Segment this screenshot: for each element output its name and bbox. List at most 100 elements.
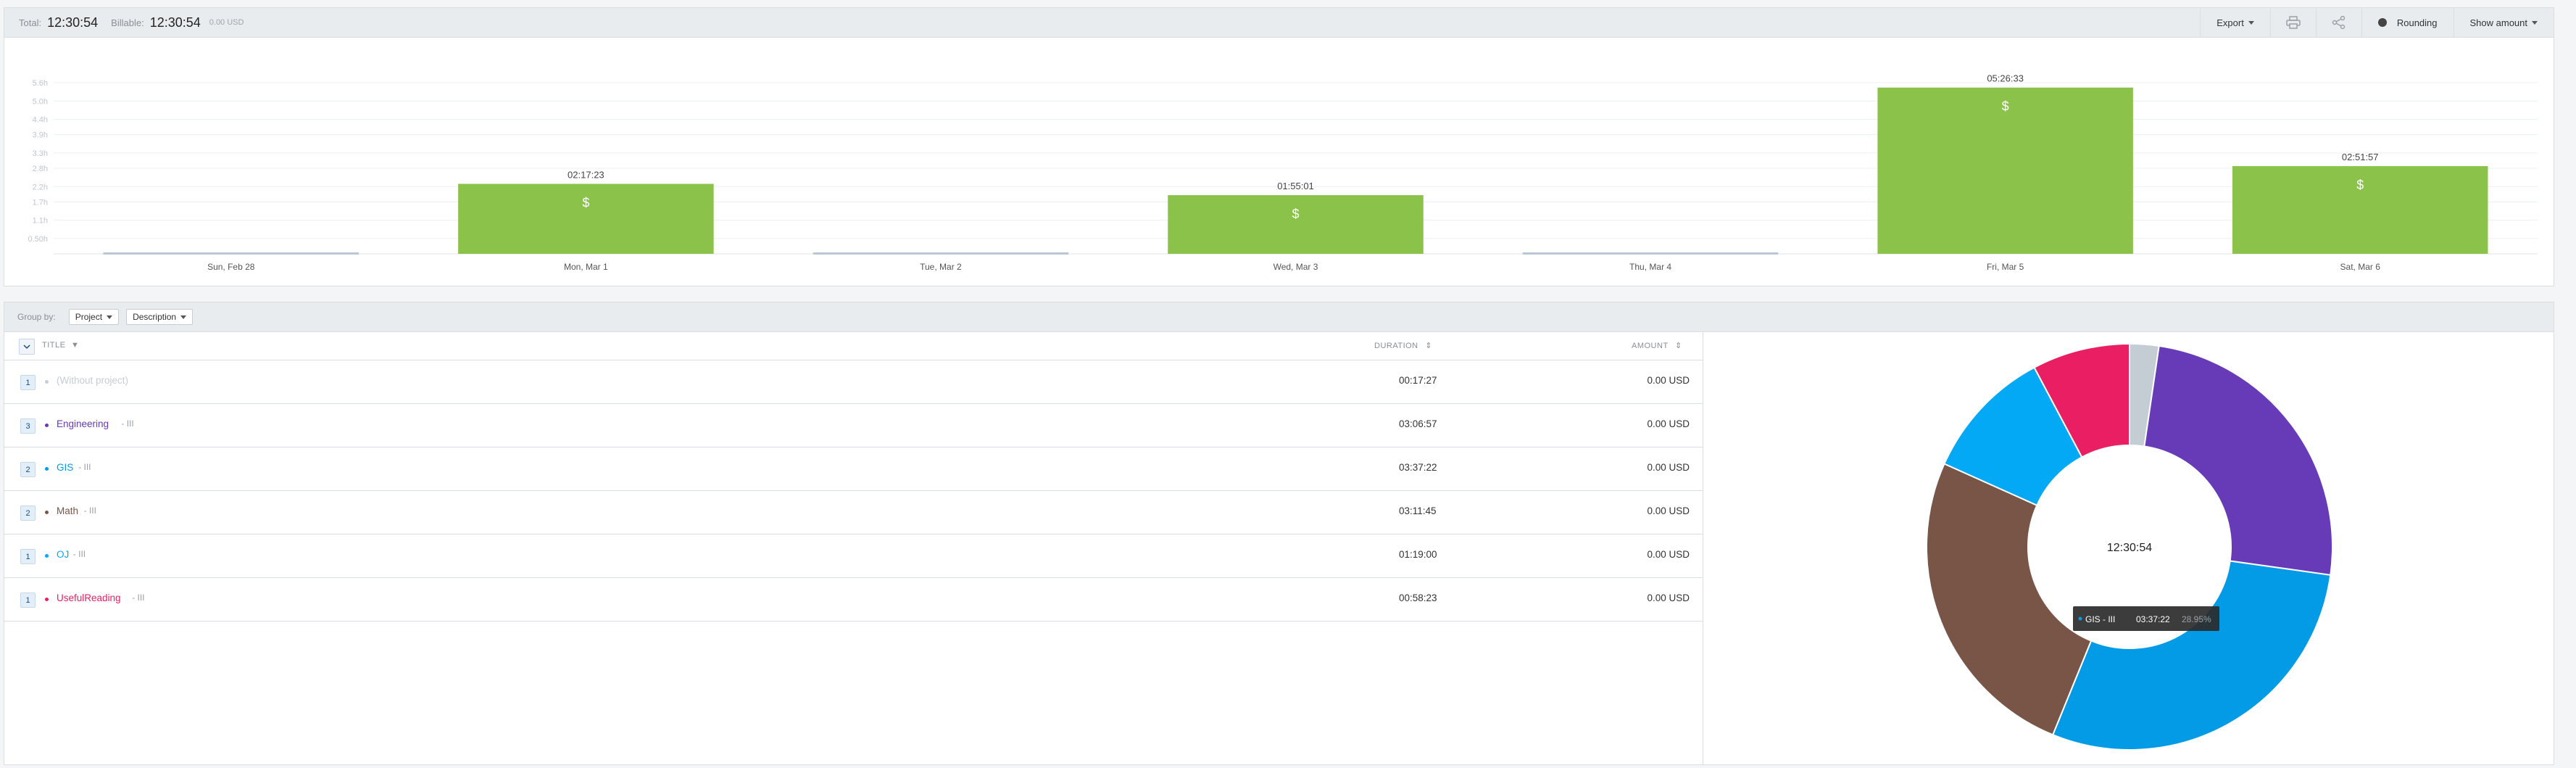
chevron-down-icon	[2532, 20, 2538, 25]
entry-count-badge[interactable]: 2	[20, 505, 36, 521]
donut-slice[interactable]	[1926, 463, 2093, 736]
row-amount: 0.00 USD	[1647, 592, 1690, 603]
table-header: TITLE ▼ DURATION ⇕ AMOUNT ⇕	[4, 332, 1703, 360]
donut-slice[interactable]	[2051, 560, 2332, 751]
chevron-down-icon	[2248, 20, 2254, 25]
group-secondary-value: Description	[133, 312, 177, 322]
table-row[interactable]: 2 GIS - III 03:37:22 0.00 USD	[4, 447, 1703, 491]
toolbar-actions: Export Rounding Show amount	[2200, 8, 2554, 37]
report-table: TITLE ▼ DURATION ⇕ AMOUNT ⇕ 1 (Without pr…	[4, 332, 1703, 764]
project-color-dot	[45, 554, 49, 558]
table-row[interactable]: 2 Math - III 03:11:45 0.00 USD	[4, 491, 1703, 534]
entry-count-badge[interactable]: 1	[20, 375, 36, 390]
entry-count-badge[interactable]: 1	[20, 592, 36, 608]
y-tick-label: 3.9h	[33, 131, 48, 140]
bar	[1168, 195, 1424, 254]
show-amount-dropdown[interactable]: Show amount	[2453, 8, 2554, 37]
table-row[interactable]: 1 (Without project) 00:17:27 0.00 USD	[4, 360, 1703, 404]
expand-all-button[interactable]	[19, 339, 35, 355]
row-duration: 00:17:27	[1399, 375, 1437, 386]
row-amount: 0.00 USD	[1647, 549, 1690, 560]
entry-count-badge[interactable]: 2	[20, 462, 36, 477]
x-tick-label: Thu, Mar 4	[1629, 262, 1671, 272]
bar-data-label: 05:26:33	[1987, 73, 2024, 84]
billable-value: 12:30:54	[149, 15, 201, 30]
row-amount: 0.00 USD	[1647, 462, 1690, 473]
y-tick-label: 5.0h	[33, 97, 48, 106]
toggle-icon	[2377, 18, 2387, 27]
share-button[interactable]	[2315, 8, 2361, 37]
bar-chart: 0.50h 1.1h 1.7h 2.2h 2.8h 3.3h 3.9h 4.4h 5.0h 5.6…	[28, 73, 2538, 272]
project-name[interactable]: (Without project)	[57, 375, 128, 386]
bar-data-label: 02:51:57	[2342, 152, 2379, 162]
y-tick-label: 5.6h	[33, 79, 48, 88]
export-button[interactable]: Export	[2200, 8, 2270, 37]
tooltip-duration: 03:37:22	[2136, 614, 2170, 624]
rounding-label: Rounding	[2396, 17, 2438, 28]
tooltip-name: GIS - III	[2085, 614, 2115, 624]
column-duration-header[interactable]: DURATION ⇕	[1374, 341, 1432, 350]
chevron-down-icon	[23, 344, 30, 350]
chart-tooltip: GIS - III 03:37:22 28.95%	[2073, 606, 2219, 631]
bar-data-label: 01:55:01	[1277, 181, 1314, 191]
tooltip-percent: 28.95%	[2182, 614, 2211, 624]
share-icon	[2332, 16, 2346, 29]
group-by-description-select[interactable]: Description	[126, 309, 194, 325]
project-color-dot	[45, 598, 49, 601]
donut-slice[interactable]	[2143, 344, 2333, 577]
project-color-dot	[45, 467, 49, 471]
empty-bar	[1522, 252, 1779, 255]
project-color-dot	[45, 424, 49, 427]
project-color-dot	[45, 380, 49, 384]
row-duration: 00:58:23	[1399, 592, 1437, 603]
chevron-down-icon	[180, 315, 187, 319]
donut-chart: 12:30:54 GIS - III 03:37:22 28.95%	[1926, 342, 2333, 751]
project-client: - III	[121, 418, 134, 429]
row-duration: 03:37:22	[1399, 462, 1437, 473]
project-name[interactable]: UsefulReading	[57, 592, 121, 603]
summary-toolbar: Total: 12:30:54 Billable: 12:30:54 0.00 …	[4, 8, 2554, 38]
entry-count-badge[interactable]: 1	[20, 549, 36, 564]
y-tick-label: 0.50h	[28, 235, 48, 244]
table-row[interactable]: 1 UsefulReading - III 00:58:23 0.00 USD	[4, 578, 1703, 622]
table-row[interactable]: 1 OJ - III 01:19:00 0.00 USD	[4, 534, 1703, 578]
x-tick-label: Sat, Mar 6	[2340, 262, 2381, 272]
totals: Total: 12:30:54 Billable: 12:30:54 0.00 …	[19, 8, 244, 37]
y-tick-label: 2.8h	[33, 165, 48, 173]
chevron-down-icon	[107, 315, 113, 319]
y-tick-label: 3.3h	[33, 149, 48, 158]
x-tick-label: Mon, Mar 1	[564, 262, 608, 272]
rounding-toggle[interactable]: Rounding	[2361, 8, 2454, 37]
row-duration: 03:06:57	[1399, 418, 1437, 429]
project-name[interactable]: Math	[57, 505, 78, 516]
column-amount-header[interactable]: AMOUNT ⇕	[1632, 341, 1682, 350]
row-amount: 0.00 USD	[1647, 375, 1690, 386]
x-tick-label: Tue, Mar 2	[920, 262, 962, 272]
printer-icon	[2286, 16, 2301, 29]
sort-icon: ▼	[71, 341, 80, 350]
donut-center-total: 12:30:54	[2107, 542, 2152, 554]
print-button[interactable]	[2269, 8, 2316, 37]
project-name[interactable]: GIS	[57, 462, 73, 473]
sort-icon: ⇕	[1675, 342, 1682, 350]
empty-bar	[813, 252, 1069, 255]
group-by-project-select[interactable]: Project	[68, 309, 120, 325]
y-tick-label: 1.1h	[33, 217, 48, 226]
project-client: - III	[83, 505, 96, 516]
x-tick-label: Fri, Mar 5	[1987, 262, 2024, 272]
col-title-label: TITLE	[42, 341, 66, 350]
project-name[interactable]: OJ	[57, 549, 69, 560]
billable-label: Billable:	[111, 17, 144, 28]
bar	[458, 183, 714, 254]
total-value: 12:30:54	[47, 15, 99, 30]
entry-count-badge[interactable]: 3	[20, 418, 36, 434]
project-name[interactable]: Engineering	[57, 418, 109, 429]
col-duration-label: DURATION	[1374, 342, 1418, 350]
table-body: 1 (Without project) 00:17:27 0.00 USD 3 Engin…	[4, 360, 1703, 622]
show-amount-label: Show amount	[2469, 17, 2528, 28]
column-title-header[interactable]: TITLE ▼	[42, 341, 79, 350]
y-tick-label: 1.7h	[33, 198, 48, 207]
billable-dollar-icon: $	[582, 195, 589, 210]
row-amount: 0.00 USD	[1647, 505, 1690, 516]
table-row[interactable]: 3 Engineering - III 03:06:57 0.00 USD	[4, 404, 1703, 447]
